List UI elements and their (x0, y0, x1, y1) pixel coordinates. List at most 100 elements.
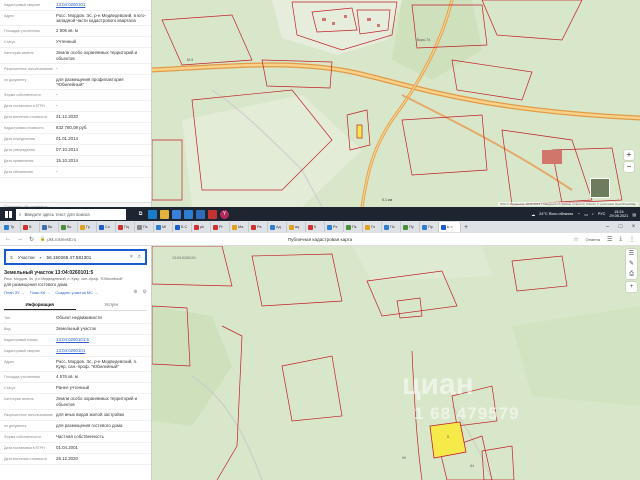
app-icon-blue[interactable] (196, 209, 205, 219)
browser-tab[interactable]: Mi (154, 222, 173, 232)
zoom-to-icon[interactable]: ⊕ (133, 289, 137, 295)
browser-tab[interactable]: Пу (401, 222, 420, 232)
browser-tab[interactable]: К (306, 222, 325, 232)
search-category[interactable]: Участки (18, 255, 35, 260)
browser-tab[interactable]: Тр (2, 222, 21, 232)
zoom-in-button[interactable]: + (626, 282, 637, 292)
basemap-switch-thumbnail[interactable] (590, 178, 610, 198)
attribute-value[interactable]: 13:04:0260101:5 (56, 337, 147, 343)
file-explorer-icon[interactable] (160, 209, 169, 219)
browser-tab[interactable]: Рэ (325, 222, 344, 232)
browser-tab[interactable]: Пс (382, 222, 401, 232)
tab-label: Со (105, 225, 110, 229)
mail-icon[interactable] (184, 209, 193, 219)
browser-tab[interactable]: Вк (40, 222, 59, 232)
new-tab-button[interactable]: + (461, 224, 471, 231)
windows-start-icon[interactable] (0, 207, 16, 221)
ruler-icon[interactable]: ✎ (626, 259, 637, 269)
back-button[interactable]: ← (5, 236, 11, 242)
attribute-value[interactable]: 13:04:0260101 (56, 348, 147, 354)
browser-tab[interactable]: Б С (173, 222, 192, 232)
browser-tab[interactable]: В (21, 222, 40, 232)
tab-label: Ра (257, 225, 262, 229)
tab-label: Pr (219, 225, 223, 229)
browser-tab[interactable]: Пс (135, 222, 154, 232)
chevron-down-icon[interactable]: ▾ (40, 255, 42, 260)
attribute-row: Вид Земельный участок (0, 324, 151, 335)
close-window-button[interactable]: × (627, 224, 640, 230)
tab-services[interactable]: Услуги (76, 300, 148, 310)
extensions-icon[interactable]: ☰ (607, 236, 612, 243)
selected-parcel-bottom (429, 421, 467, 459)
browser-tab[interactable]: Ма (230, 222, 249, 232)
plan-kk-link[interactable]: План КК → (30, 290, 51, 295)
attribute-value[interactable]: 13:04:0260101 (56, 2, 147, 8)
map-search-bar[interactable]: ≡ Участки ▾ 56.150265 47.581301 × ⌕ (4, 249, 147, 265)
taskbar-search-box[interactable]: ⌕ Введите здесь текст для поиска (16, 208, 126, 220)
notification-icon[interactable]: ▤ (632, 212, 636, 217)
browser-tab[interactable]: Пк (344, 222, 363, 232)
bottom-map-view[interactable]: 5 13:04:0260101 99 84 циан 1 68 479579 ☰… (152, 246, 640, 480)
attribute-row: Форма собственности - (0, 90, 151, 102)
browser-tab[interactable]: Пр (420, 222, 439, 232)
yandex-browser-icon[interactable]: Y (220, 209, 229, 219)
attribute-key: Кадастровая стоимость (4, 126, 44, 131)
address-url: pkk.rosreestr.ru (47, 236, 77, 242)
tab-close-icon[interactable]: × (451, 225, 453, 229)
browser-tab[interactable]: Вс (59, 222, 78, 232)
watermark-id-text: 1 68 479579 (414, 404, 520, 423)
bottom-map-canvas[interactable] (152, 246, 640, 480)
zoom-in-button[interactable]: + (624, 150, 634, 160)
attribute-row: Площадь уточненная 2 906 кв. м (0, 26, 151, 38)
settings-gear-icon[interactable]: ⚙ (143, 289, 147, 295)
forward-button[interactable]: → (17, 236, 23, 242)
network-icon[interactable]: ▭ (584, 212, 588, 217)
plan-zu-link[interactable]: План ЗУ → (4, 290, 25, 295)
bookmark-star-icon[interactable]: ☆ (573, 236, 578, 243)
attribute-key: Площадь уточненная (4, 375, 40, 380)
top-map-view[interactable]: М-5 Ворк-74 + − 0,1 км ПКК © Росреестр, … (152, 0, 640, 207)
browser-tab[interactable]: яц (287, 222, 306, 232)
print-icon[interactable]: ⎙ (626, 269, 637, 279)
tab-active[interactable]: Ь × (439, 222, 461, 232)
browser-tab[interactable]: Pr (211, 222, 230, 232)
attribute-row: Категория земель Земли особо охраняемых т… (0, 48, 151, 64)
address-bar[interactable]: 🔒 pkk.rosreestr.ru (40, 235, 170, 244)
create-parcel-link[interactable]: Создать участок МС → (55, 290, 98, 295)
task-view-icon[interactable]: ⧉ (136, 210, 145, 219)
tab-information[interactable]: Информация (4, 300, 76, 310)
tray-arrow-icon[interactable]: ⌃ (577, 212, 580, 217)
clock[interactable]: 15:24 29.06.2021 (609, 210, 628, 218)
attribute-key: Форма собственности (4, 434, 41, 439)
maximize-button[interactable]: □ (614, 224, 627, 230)
browser-tab[interactable]: Со (97, 222, 116, 232)
download-icon[interactable]: ⤓ (619, 236, 622, 243)
tab-favicon-icon (384, 224, 389, 230)
app-icon-red[interactable] (208, 209, 217, 219)
browser-tab[interactable]: Ра (249, 222, 268, 232)
clear-search-icon[interactable]: × (130, 254, 133, 260)
reload-button[interactable]: ↻ (29, 236, 34, 243)
search-icon[interactable]: ⌕ (138, 254, 141, 261)
browser-tab[interactable]: Гр (78, 222, 97, 232)
scale-label: 0,1 км (382, 198, 393, 202)
browser-tab[interactable]: pk (192, 222, 211, 232)
top-map-canvas[interactable] (152, 0, 640, 207)
tab-label: яц (295, 225, 300, 229)
browser-tab[interactable]: Пц (116, 222, 135, 232)
store-icon[interactable] (172, 209, 181, 219)
layers-icon[interactable]: ☰ (626, 249, 637, 259)
search-input[interactable]: 56.150265 47.581301 (47, 255, 125, 260)
attribute-key: Дата постановки в ЕГРН (4, 104, 46, 109)
browser-tab[interactable]: Ад (268, 222, 287, 232)
edge-browser-icon[interactable] (148, 209, 157, 219)
menu-icon[interactable]: ⋮ (629, 236, 635, 243)
volume-icon[interactable]: ♪ (592, 212, 594, 216)
parcel-info-panel: ≡ Участки ▾ 56.150265 47.581301 × ⌕ Земе… (0, 246, 152, 480)
browser-tab[interactable]: Гл (363, 222, 382, 232)
minimize-button[interactable]: – (601, 224, 614, 230)
zoom-out-button[interactable]: − (624, 162, 634, 172)
language-indicator[interactable]: РУС (598, 212, 606, 216)
cancel-action[interactable]: Отмена (586, 237, 600, 242)
hamburger-icon[interactable]: ≡ (10, 255, 13, 260)
